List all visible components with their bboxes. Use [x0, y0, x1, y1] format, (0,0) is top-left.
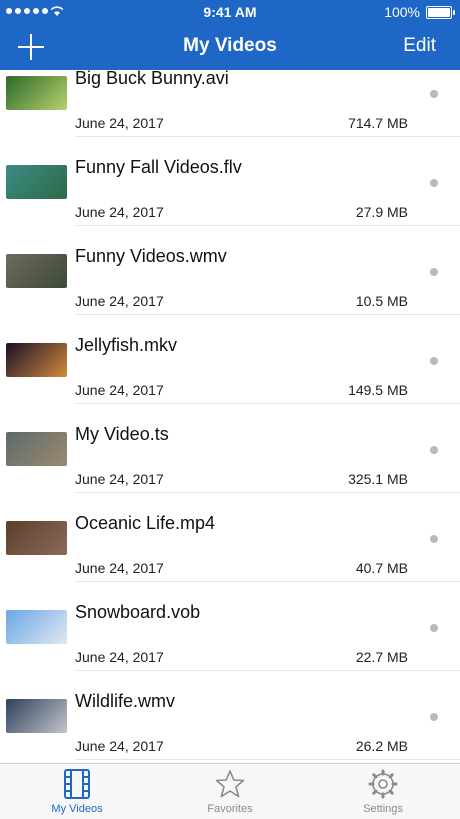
video-title: Wildlife.wmv — [75, 691, 176, 711]
navigation-bar: My Videos Edit — [0, 24, 460, 70]
row-divider — [75, 759, 460, 760]
page-title: My Videos — [183, 35, 277, 56]
battery-percentage: 100% — [384, 4, 420, 20]
list-item[interactable]: Funny Fall Videos.flv June 24, 2017 27.9 M… — [0, 137, 460, 226]
video-size: 26.2 MB — [355, 738, 408, 754]
video-thumbnail — [6, 699, 67, 733]
battery-icon — [426, 6, 455, 19]
video-date: June 24, 2017 — [75, 738, 164, 754]
status-dot-icon — [430, 535, 438, 543]
list-item[interactable]: Jellyfish.mkv June 24, 2017 149.5 MB — [0, 315, 460, 404]
list-item[interactable]: My Video.ts June 24, 2017 325.1 MB — [0, 404, 460, 493]
status-dot-icon — [430, 179, 438, 187]
status-dot-icon — [430, 624, 438, 632]
video-title: Snowboard.vob — [75, 602, 201, 622]
list-item[interactable]: Oceanic Life.mp4 June 24, 2017 40.7 MB — [0, 493, 460, 582]
film-icon — [64, 769, 90, 799]
video-thumbnail — [6, 254, 67, 288]
status-bar: 9:41 AM 100% — [0, 0, 460, 24]
video-title: Jellyfish.mkv — [75, 335, 178, 355]
video-thumbnail — [6, 76, 67, 110]
video-date: June 24, 2017 — [75, 293, 164, 309]
tab-settings[interactable]: Settings — [328, 764, 438, 819]
video-thumbnail — [6, 343, 67, 377]
status-dot-icon — [430, 446, 438, 454]
video-date: June 24, 2017 — [75, 471, 164, 487]
gear-icon — [368, 769, 398, 799]
video-date: June 24, 2017 — [75, 560, 164, 576]
video-date: June 24, 2017 — [75, 649, 164, 665]
status-dot-icon — [430, 90, 438, 98]
video-thumbnail — [6, 521, 67, 555]
video-size: 10.5 MB — [355, 293, 408, 309]
video-size: 40.7 MB — [355, 560, 408, 576]
tab-label: My Videos — [51, 803, 103, 815]
tab-label: Favorites — [207, 803, 253, 815]
video-size: 27.9 MB — [355, 204, 408, 220]
video-size: 22.7 MB — [355, 649, 408, 665]
video-thumbnail — [6, 165, 67, 199]
tab-bar: My Videos Favorites Settings — [0, 763, 460, 819]
video-title: Big Buck Bunny.avi — [75, 70, 229, 88]
video-title: Oceanic Life.mp4 — [75, 513, 216, 533]
list-item[interactable]: Snowboard.vob June 24, 2017 22.7 MB — [0, 582, 460, 671]
video-date: June 24, 2017 — [75, 204, 164, 220]
video-size: 714.7 MB — [348, 115, 408, 131]
video-size: 325.1 MB — [348, 471, 408, 487]
video-title: My Video.ts — [75, 424, 169, 444]
list-item[interactable]: Big Buck Bunny.avi June 24, 2017 714.7 MB — [0, 70, 460, 137]
video-size: 149.5 MB — [348, 382, 408, 398]
edit-button[interactable]: Edit — [403, 35, 436, 57]
list-item[interactable]: Wildlife.wmv June 24, 2017 26.2 MB — [0, 671, 460, 760]
video-thumbnail — [6, 432, 67, 466]
status-dot-icon — [430, 713, 438, 721]
video-date: June 24, 2017 — [75, 382, 164, 398]
status-dot-icon — [430, 357, 438, 365]
video-title: Funny Videos.wmv — [75, 246, 227, 266]
video-thumbnail — [6, 610, 67, 644]
tab-label: Settings — [363, 803, 403, 815]
list-item[interactable]: Funny Videos.wmv June 24, 2017 10.5 MB — [0, 226, 460, 315]
video-title: Funny Fall Videos.flv — [75, 157, 242, 177]
video-list[interactable]: Big Buck Bunny.avi June 24, 2017 714.7 MB F… — [0, 70, 460, 763]
video-date: June 24, 2017 — [75, 115, 164, 131]
status-dot-icon — [430, 268, 438, 276]
star-icon — [215, 770, 245, 798]
tab-favorites[interactable]: Favorites — [175, 764, 285, 819]
tab-my-videos[interactable]: My Videos — [22, 764, 132, 819]
